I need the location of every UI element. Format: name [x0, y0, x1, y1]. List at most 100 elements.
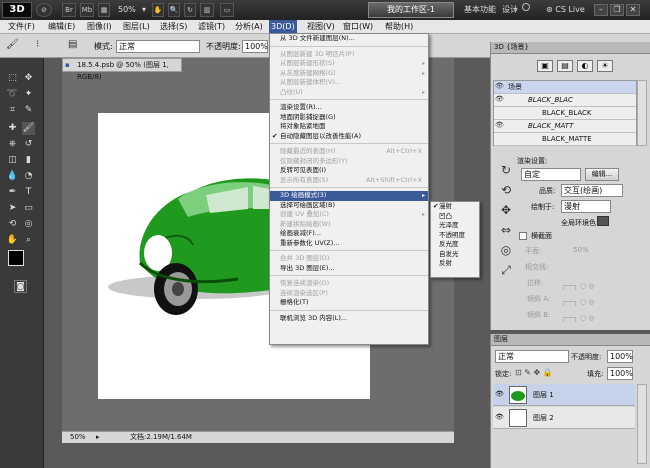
fill-input[interactable]: 100%	[607, 367, 633, 380]
paint-mode-item[interactable]: 自发光	[431, 250, 479, 260]
menu-3d-item[interactable]: 地面阴影捕捉器(G)	[270, 113, 428, 123]
material-filter-icon[interactable]: ◐	[577, 60, 593, 72]
blur-tool-icon[interactable]: 💧	[6, 170, 19, 183]
quick-mask-icon[interactable]: ◙	[14, 280, 27, 293]
menu-3d-item[interactable]: 反转可见表面(I)	[270, 166, 428, 176]
scene-filter-icon[interactable]: ▣	[537, 60, 553, 72]
workspace-switcher[interactable]: 我的工作区-1	[368, 2, 454, 18]
menu-help[interactable]: 帮助(H)	[383, 20, 415, 34]
blend-mode-select[interactable]: 正常	[495, 350, 569, 363]
status-menu-icon[interactable]: ▸	[96, 432, 100, 443]
zoom-level[interactable]: 50%	[118, 3, 136, 17]
zoom-tool-icon[interactable]: 🔍	[168, 3, 180, 17]
menu-3d-item[interactable]: ✔ 自动隐藏图层以改善性能(A)	[270, 132, 428, 142]
plane-opacity[interactable]: 50%	[573, 246, 589, 254]
brush-tool-icon[interactable]: 🖌	[22, 122, 35, 135]
menu-3d-item[interactable]: 渲染设置(R)...	[270, 103, 428, 113]
menu-analysis[interactable]: 分析(A)	[233, 20, 265, 34]
tree-row-black-matt[interactable]: BLACK_MATT	[494, 120, 636, 133]
hand-tool-icon[interactable]: ✋	[152, 3, 164, 17]
menu-3d-item[interactable]: 选择可绘画区域(B)	[270, 201, 428, 211]
brush-preset-icon[interactable]: 🖌	[6, 39, 22, 53]
eyedropper-icon[interactable]: ✎	[22, 104, 35, 117]
tree-row-black-blac[interactable]: BLACK_BLAC	[494, 94, 636, 107]
3d-rotate-icon[interactable]: ⟲	[6, 218, 19, 231]
tree-row-black-black[interactable]: BLACK_BLACK	[494, 107, 636, 120]
paint-mode-item[interactable]: 光泽度	[431, 221, 479, 231]
paint-on-select[interactable]: 漫射	[561, 200, 611, 213]
paint-mode-item[interactable]: 凹凸	[431, 212, 479, 222]
light-filter-icon[interactable]: ☀	[597, 60, 613, 72]
arrange-documents-icon[interactable]: ▥	[200, 3, 214, 17]
tree-row-black-matte[interactable]: BLACK_MATTE	[494, 133, 636, 146]
quality-select[interactable]: 交互(绘画)	[561, 184, 623, 197]
crop-tool-icon[interactable]: ⌗	[6, 104, 19, 117]
ambient-color-swatch[interactable]	[597, 216, 609, 226]
render-preset-select[interactable]: 自定	[521, 168, 581, 181]
layer-row-2[interactable]: 👁 图层 2	[493, 407, 635, 429]
marquee-tool-icon[interactable]: ⬚	[6, 72, 19, 85]
zoom-dropdown-icon[interactable]: ▾	[142, 3, 146, 17]
menu-3d-item[interactable]: 绘画衰减(F)...	[270, 229, 428, 239]
document-tab[interactable]: ▪ 18.5.4.psb @ 50% (图层 1, RGB/8)	[62, 58, 182, 81]
gradient-icon[interactable]: ▮	[22, 154, 35, 167]
restore-icon[interactable]: ❐	[610, 4, 624, 16]
close-icon[interactable]: ✕	[626, 4, 640, 16]
no-symbol-icon[interactable]: ⊘	[36, 3, 52, 17]
menu-window[interactable]: 窗口(W)	[341, 20, 375, 34]
cross-section-checkbox[interactable]	[519, 232, 527, 240]
menu-file[interactable]: 文件(F)	[6, 20, 37, 34]
path-selection-icon[interactable]: ➤	[6, 202, 19, 215]
mesh-filter-icon[interactable]: ▤	[557, 60, 573, 72]
paint-mode-item[interactable]: 反射	[431, 259, 479, 269]
menu-3d-item[interactable]: 导出 3D 图层(E)...	[270, 264, 428, 274]
opacity-input[interactable]: 100%	[242, 40, 268, 53]
menu-edit[interactable]: 编辑(E)	[46, 20, 77, 34]
menu-filter[interactable]: 滤镜(T)	[196, 20, 227, 34]
search-icon[interactable]	[522, 3, 530, 11]
layer-opacity-input[interactable]: 100%	[607, 350, 633, 363]
rotate-view-icon[interactable]: ↻	[184, 3, 196, 17]
screen-mode-icon[interactable]: ▭	[220, 3, 234, 17]
workspace-more-icon[interactable]: »	[513, 3, 518, 17]
menu-3d-item[interactable]: 栅格化(T)	[270, 298, 428, 308]
paint-mode-item[interactable]: 不透明度	[431, 231, 479, 241]
menu-3d-item[interactable]: 将对象贴紧地面	[270, 122, 428, 132]
magic-wand-icon[interactable]: ✦	[22, 88, 35, 101]
menu-image[interactable]: 图像(I)	[85, 20, 114, 34]
layers-panel-title[interactable]: 图层	[491, 334, 650, 346]
move-tool-icon[interactable]: ✥	[22, 72, 35, 85]
pen-tool-icon[interactable]: ✒	[6, 186, 19, 199]
lock-icons[interactable]: ⊡ ✎ ✥ 🔒	[515, 368, 553, 377]
brush-size-icon[interactable]: ⁝	[36, 39, 52, 53]
brush-panel-icon[interactable]: ▤	[68, 39, 84, 53]
eraser-icon[interactable]: ◫	[6, 154, 19, 167]
type-tool-icon[interactable]: T	[22, 186, 35, 199]
paint-mode-item[interactable]: 反光度	[431, 240, 479, 250]
zoom-icon[interactable]: ⌕	[22, 234, 35, 247]
healing-brush-icon[interactable]: ✚	[6, 122, 19, 135]
workspace-basic[interactable]: 基本功能	[464, 3, 496, 17]
paint-mode-item[interactable]: ✔ 漫射	[431, 202, 479, 212]
menu-3d-item[interactable]: 3D 绘画模式(3) ▸	[270, 191, 428, 201]
mini-bridge-button[interactable]: Mb	[80, 3, 94, 17]
edit-render-button[interactable]: 编辑...	[585, 168, 619, 181]
bridge-button[interactable]: Br	[62, 3, 76, 17]
status-zoom[interactable]: 50%	[70, 432, 86, 443]
layers-scrollbar[interactable]	[637, 384, 647, 464]
minimize-icon[interactable]: –	[594, 4, 608, 16]
cs-live-button[interactable]: ⊛ CS Live	[546, 3, 585, 17]
3d-camera-tools-icon[interactable]: ↻ ⟲ ✥ ⇔ ◎ ⤢	[495, 160, 517, 280]
layer-visibility-icon[interactable]: 👁	[495, 390, 504, 398]
scene-tree-scrollbar[interactable]	[637, 80, 647, 146]
section-inputs[interactable]: ┌──┐ ○ ◎ ┌──┐ ○ ◎ ┌──┐ ○ ◎	[561, 278, 605, 322]
layer-row-1[interactable]: 👁 图层 1	[493, 384, 635, 406]
shape-tool-icon[interactable]: ▭	[22, 202, 35, 215]
mode-select[interactable]: 正常	[116, 40, 200, 53]
layer-visibility-icon[interactable]: 👁	[495, 413, 504, 421]
menu-3d-item[interactable]: 联机浏览 3D 内容(L)...	[270, 314, 428, 324]
menu-3d-item[interactable]: 重新参数化 UV(Z)...	[270, 239, 428, 249]
menu-3d-item[interactable]: 从 3D 文件新建图层(N)...	[270, 34, 428, 44]
menu-view[interactable]: 视图(V)	[305, 20, 337, 34]
visibility-eye-icons[interactable]: 👁 👁 👁	[495, 80, 504, 146]
